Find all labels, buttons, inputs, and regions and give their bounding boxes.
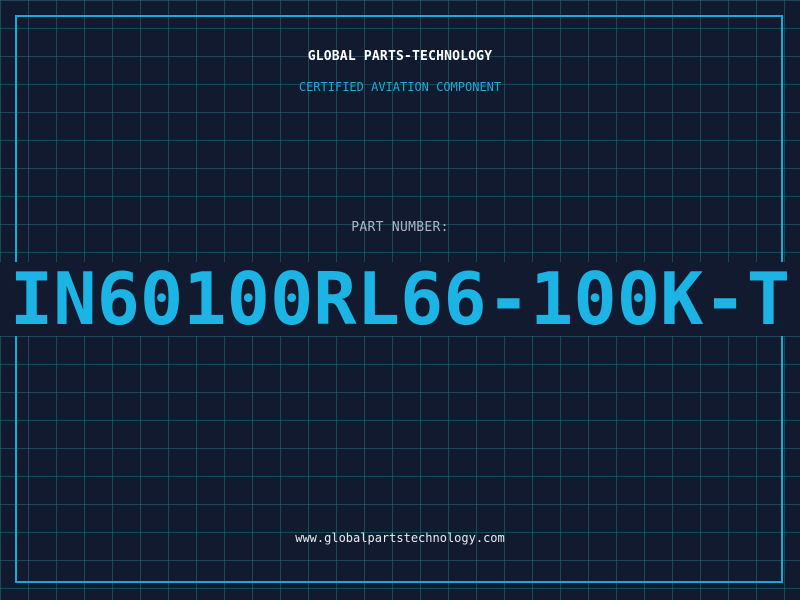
part-number-label: PART NUMBER: [351, 220, 449, 235]
website-url: www.globalpartstechnology.com [295, 531, 505, 545]
part-label-card: GLOBAL PARTS-TECHNOLOGY CERTIFIED AVIATI… [0, 0, 800, 600]
company-name: GLOBAL PARTS-TECHNOLOGY [307, 49, 493, 64]
part-number-band: IN60100RL66-100K-T [0, 262, 800, 336]
certification-subtitle: CERTIFIED AVIATION COMPONENT [298, 80, 502, 94]
part-number-value: IN60100RL66-100K-T [9, 262, 791, 336]
